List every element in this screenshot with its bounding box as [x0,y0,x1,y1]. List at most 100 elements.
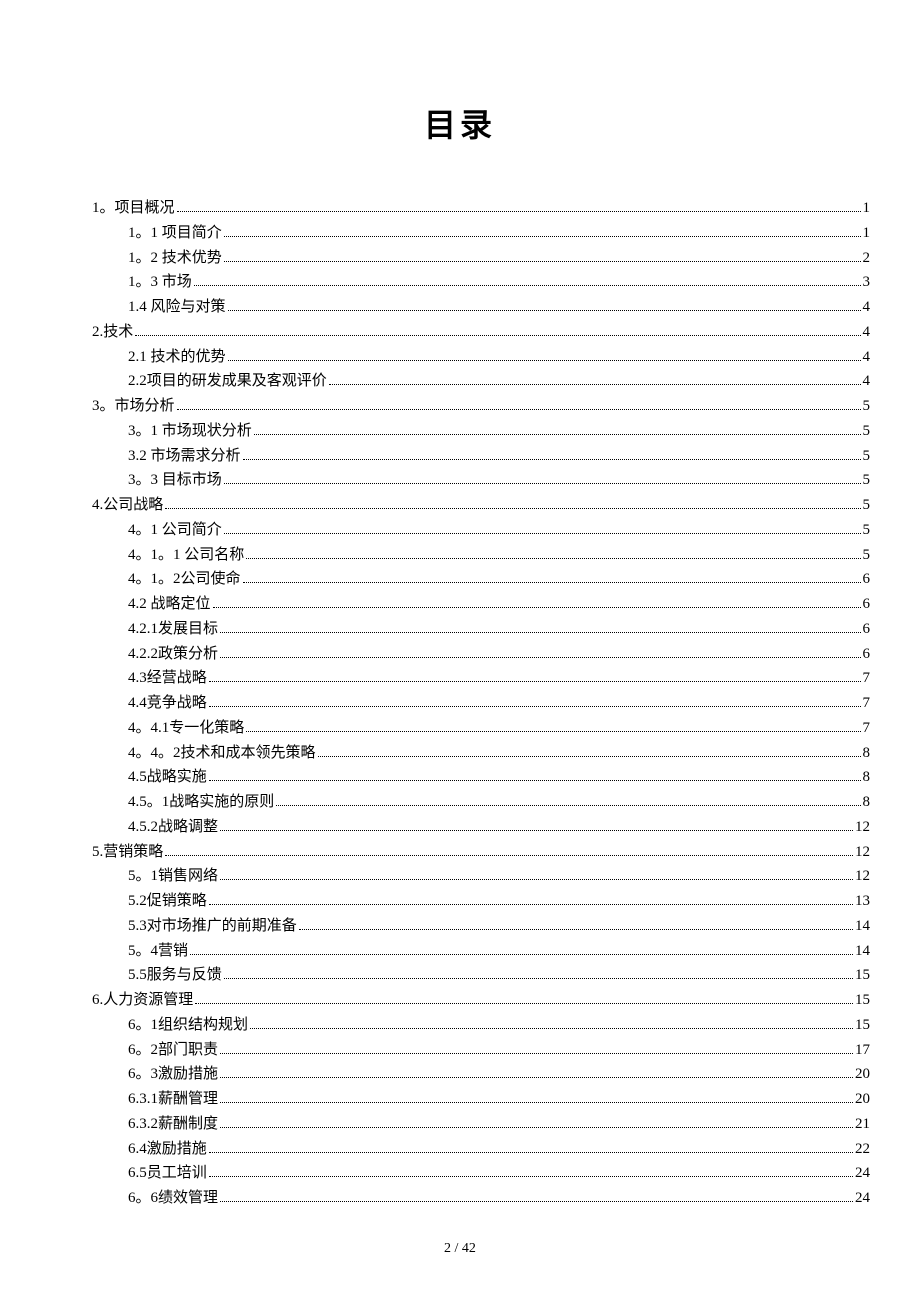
toc-entry-page: 21 [855,1112,870,1137]
toc-leader-dots [190,954,853,955]
toc-leader-dots [246,731,860,732]
toc-entry: 4.2.1发展目标 6 [50,617,870,642]
toc-entry-label: 4。1 公司简介 [128,518,222,543]
toc-entry-page: 15 [855,1013,870,1038]
toc-entry: 2.1 技术的优势4 [50,345,870,370]
toc-entry-label: 1。项目概况 [92,196,175,221]
toc-entry-page: 13 [855,889,870,914]
toc-entry: 5.5服务与反馈 15 [50,963,870,988]
toc-entry-label: 4.2.1发展目标 [128,617,218,642]
toc-entry-label: 5。1销售网络 [128,864,218,889]
toc-entry: 4。1 公司简介5 [50,518,870,543]
toc-entry: 5.3对市场推广的前期准备 14 [50,914,870,939]
toc-entry: 1.4 风险与对策4 [50,295,870,320]
toc-leader-dots [224,533,861,534]
toc-entry-page: 7 [863,716,871,741]
toc-leader-dots [220,879,853,880]
toc-entry: 4。4.1专一化策略7 [50,716,870,741]
toc-entry-page: 15 [855,963,870,988]
toc-entry: 5.2促销策略 13 [50,889,870,914]
toc-leader-dots [177,409,861,410]
toc-entry-page: 1 [863,221,871,246]
toc-entry: 5.营销策略12 [50,840,870,865]
toc-entry-label: 4.公司战略 [92,493,163,518]
toc-leader-dots [220,632,860,633]
toc-entry-page: 5 [863,394,871,419]
toc-leader-dots [250,1028,853,1029]
toc-entry-label: 4.2.2政策分析 [128,642,218,667]
toc-entry: 6.5员工培训24 [50,1161,870,1186]
toc-entry: 6。1组织结构规划15 [50,1013,870,1038]
toc-leader-dots [220,830,853,831]
toc-entry: 6.3.2薪酬制度 21 [50,1112,870,1137]
toc-entry-page: 22 [855,1137,870,1162]
toc-leader-dots [220,657,860,658]
toc-leader-dots [228,310,861,311]
toc-entry-label: 1。3 市场 [128,270,192,295]
toc-entry: 1。项目概况1 [50,196,870,221]
toc-entry: 3。1 市场现状分析5 [50,419,870,444]
toc-entry-label: 6.3.2薪酬制度 [128,1112,218,1137]
toc-entry-label: 4。1。1 公司名称 [128,543,244,568]
toc-leader-dots [224,236,861,237]
toc-leader-dots [299,929,853,930]
toc-entry: 1。3 市场3 [50,270,870,295]
toc-entry-page: 4 [863,320,871,345]
toc-entry-label: 2.技术 [92,320,133,345]
toc-entry-page: 6 [863,617,871,642]
toc-entry-page: 4 [863,369,871,394]
toc-entry-label: 4。4。2技术和成本领先策略 [128,741,316,766]
toc-entry: 3。市场分析5 [50,394,870,419]
toc-entry-label: 6.3.1薪酬管理 [128,1087,218,1112]
toc-entry-page: 5 [863,444,871,469]
toc-leader-dots [220,1127,853,1128]
toc-entry-label: 5.2促销策略 [128,889,207,914]
toc-entry: 4。4。2技术和成本领先策略8 [50,741,870,766]
toc-leader-dots [254,434,861,435]
toc-leader-dots [318,756,861,757]
toc-entry-page: 17 [855,1038,870,1063]
toc-leader-dots [220,1077,853,1078]
toc-entry-label: 4.3经营战略 [128,666,207,691]
toc-entry-label: 5.5服务与反馈 [128,963,222,988]
toc-entry-label: 6。2部门职责 [128,1038,218,1063]
toc-entry-page: 14 [855,939,870,964]
toc-leader-dots [209,780,861,781]
toc-entry-page: 5 [863,468,871,493]
toc-entry: 4.5战略实施 8 [50,765,870,790]
toc-entry-label: 5.营销策略 [92,840,163,865]
page-title: 目录 [50,100,870,146]
toc-entry: 6.4激励措施 22 [50,1137,870,1162]
toc-entry: 1。2 技术优势2 [50,246,870,271]
toc-leader-dots [135,335,860,336]
toc-leader-dots [246,558,860,559]
toc-entry-label: 3。3 目标市场 [128,468,222,493]
toc-entry-label: 3.2 市场需求分析 [128,444,241,469]
toc-entry-page: 24 [855,1161,870,1186]
toc-entry: 6。6绩效管理24 [50,1186,870,1211]
toc-entry: 6.3.1薪酬管理20 [50,1087,870,1112]
toc-entry-page: 12 [855,815,870,840]
toc-entry-label: 4.5战略实施 [128,765,207,790]
toc-entry-page: 8 [863,765,871,790]
toc-entry: 3.2 市场需求分析 5 [50,444,870,469]
toc-entry: 1。1 项目简介 1 [50,221,870,246]
toc-entry-page: 15 [855,988,870,1013]
toc-leader-dots [209,681,861,682]
toc-entry-label: 1。1 项目简介 [128,221,222,246]
toc-entry-label: 4.2 战略定位 [128,592,211,617]
toc-entry-label: 6.4激励措施 [128,1137,207,1162]
toc-entry-label: 4.4竞争战略 [128,691,207,716]
toc-leader-dots [165,855,853,856]
toc-entry: 2.2项目的研发成果及客观评价4 [50,369,870,394]
toc-leader-dots [220,1102,853,1103]
toc-entry-label: 6。6绩效管理 [128,1186,218,1211]
toc-entry-page: 5 [863,543,871,568]
toc-entry: 4.2.2政策分析6 [50,642,870,667]
toc-entry-page: 20 [855,1062,870,1087]
page-footer: 2 / 42 [50,1241,870,1257]
toc-entry-label: 1.4 风险与对策 [128,295,226,320]
toc-entry: 4.3经营战略7 [50,666,870,691]
toc-leader-dots [165,508,860,509]
toc-leader-dots [243,582,861,583]
